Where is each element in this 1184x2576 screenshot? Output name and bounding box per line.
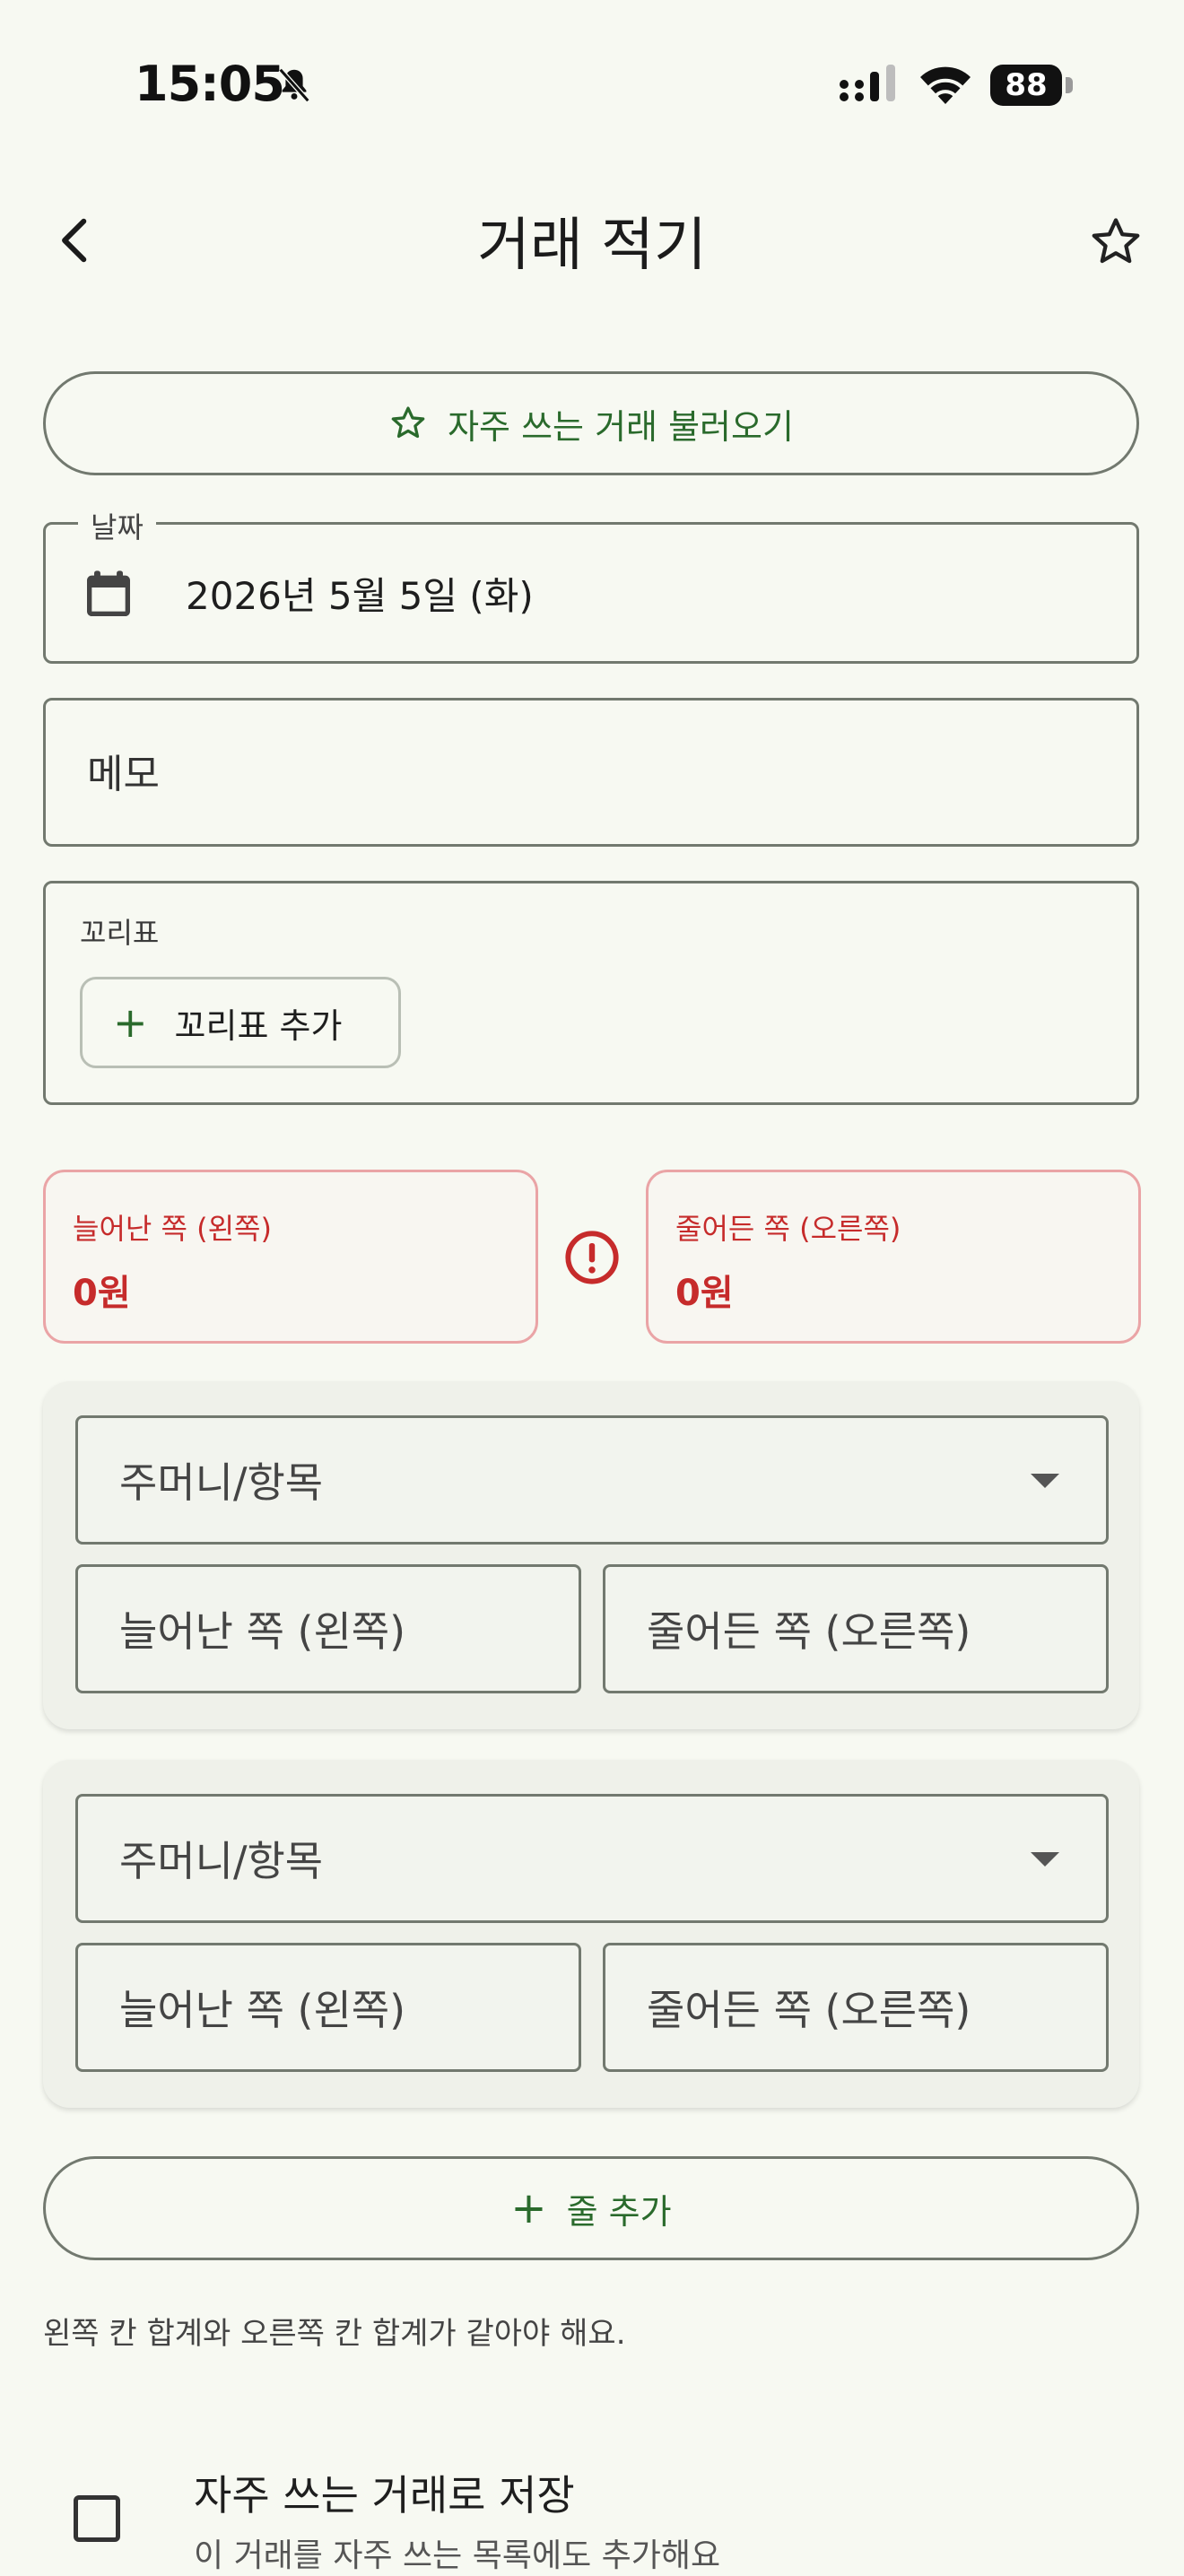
plus-icon: + [510,2183,547,2233]
left-total-box: 늘어난 쪽 (왼쪽) 0원 [43,1170,538,1344]
signal-icon [840,65,895,101]
load-favorite-button[interactable]: 자주 쓰는 거래 불러오기 [43,371,1139,475]
dropdown-arrow-icon [1031,1852,1059,1867]
date-value: 2026년 5월 5일 (화) [186,574,534,618]
right-total-value: 0원 [675,1273,734,1314]
calendar-icon [87,570,130,616]
memo-field[interactable]: 메모 [43,698,1139,847]
credit-input[interactable]: 줄어든 쪽 (오른쪽) [603,1564,1109,1693]
add-tag-label: 꼬리표 추가 [174,1005,343,1046]
right-total-box: 줄어든 쪽 (오른쪽) 0원 [646,1170,1141,1344]
date-field[interactable]: 날짜 2026년 5월 5일 (화) [43,505,1139,664]
add-line-button[interactable]: + 줄 추가 [43,2156,1139,2260]
right-total-label: 줄어든 쪽 (오른쪽) [675,1212,901,1246]
credit-placeholder: 줄어든 쪽 (오른쪽) [647,1607,971,1656]
add-line-label: 줄 추가 [566,2191,672,2232]
memo-placeholder: 메모 [87,752,160,797]
left-total-label: 늘어난 쪽 (왼쪽) [73,1212,272,1246]
add-tag-button[interactable]: + 꼬리표 추가 [80,977,401,1068]
battery-icon: 88 [990,65,1073,106]
dropdown-arrow-icon [1031,1474,1059,1488]
plus-icon: + [113,998,148,1047]
account-select[interactable]: 주머니/항목 [75,1415,1109,1545]
battery-level: 88 [990,65,1062,106]
debit-input[interactable]: 늘어난 쪽 (왼쪽) [75,1564,581,1693]
credit-placeholder: 줄어든 쪽 (오른쪽) [647,1986,971,2034]
save-favorite-checkbox[interactable] [74,2495,120,2542]
tags-label: 꼬리표 [80,916,160,950]
account-placeholder: 주머니/항목 [119,1458,324,1507]
save-favorite-title: 자주 쓰는 거래로 저장 [194,2471,575,2519]
star-outline-icon [391,406,425,439]
error-icon [565,1231,619,1284]
entry-card: 주머니/항목 늘어난 쪽 (왼쪽) 줄어든 쪽 (오른쪽) [43,1381,1139,1729]
debit-input[interactable]: 늘어난 쪽 (왼쪽) [75,1943,581,2072]
tags-section: 꼬리표 + 꼬리표 추가 [43,881,1139,1105]
account-placeholder: 주머니/항목 [119,1837,324,1885]
entry-card: 주머니/항목 늘어난 쪽 (왼쪽) 줄어든 쪽 (오른쪽) [43,1760,1139,2108]
load-favorite-label: 자주 쓰는 거래 불러오기 [448,406,794,447]
date-field-label: 날짜 [78,505,156,546]
account-select[interactable]: 주머니/항목 [75,1794,1109,1923]
page-title: 거래 적기 [477,213,707,279]
balance-hint: 왼쪽 칸 합계와 오른쪽 칸 합계가 같아야 해요. [43,2316,626,2352]
debit-placeholder: 늘어난 쪽 (왼쪽) [119,1607,406,1656]
credit-input[interactable]: 줄어든 쪽 (오른쪽) [603,1943,1109,2072]
wifi-icon [920,66,971,104]
star-outline-icon[interactable] [1087,213,1145,271]
debit-placeholder: 늘어난 쪽 (왼쪽) [119,1986,406,2034]
status-time: 15:05 [135,56,285,112]
bell-off-icon [278,67,310,103]
left-total-value: 0원 [73,1273,131,1314]
save-favorite-subtitle: 이 거래를 자주 쓰는 목록에도 추가해요 [194,2537,721,2574]
